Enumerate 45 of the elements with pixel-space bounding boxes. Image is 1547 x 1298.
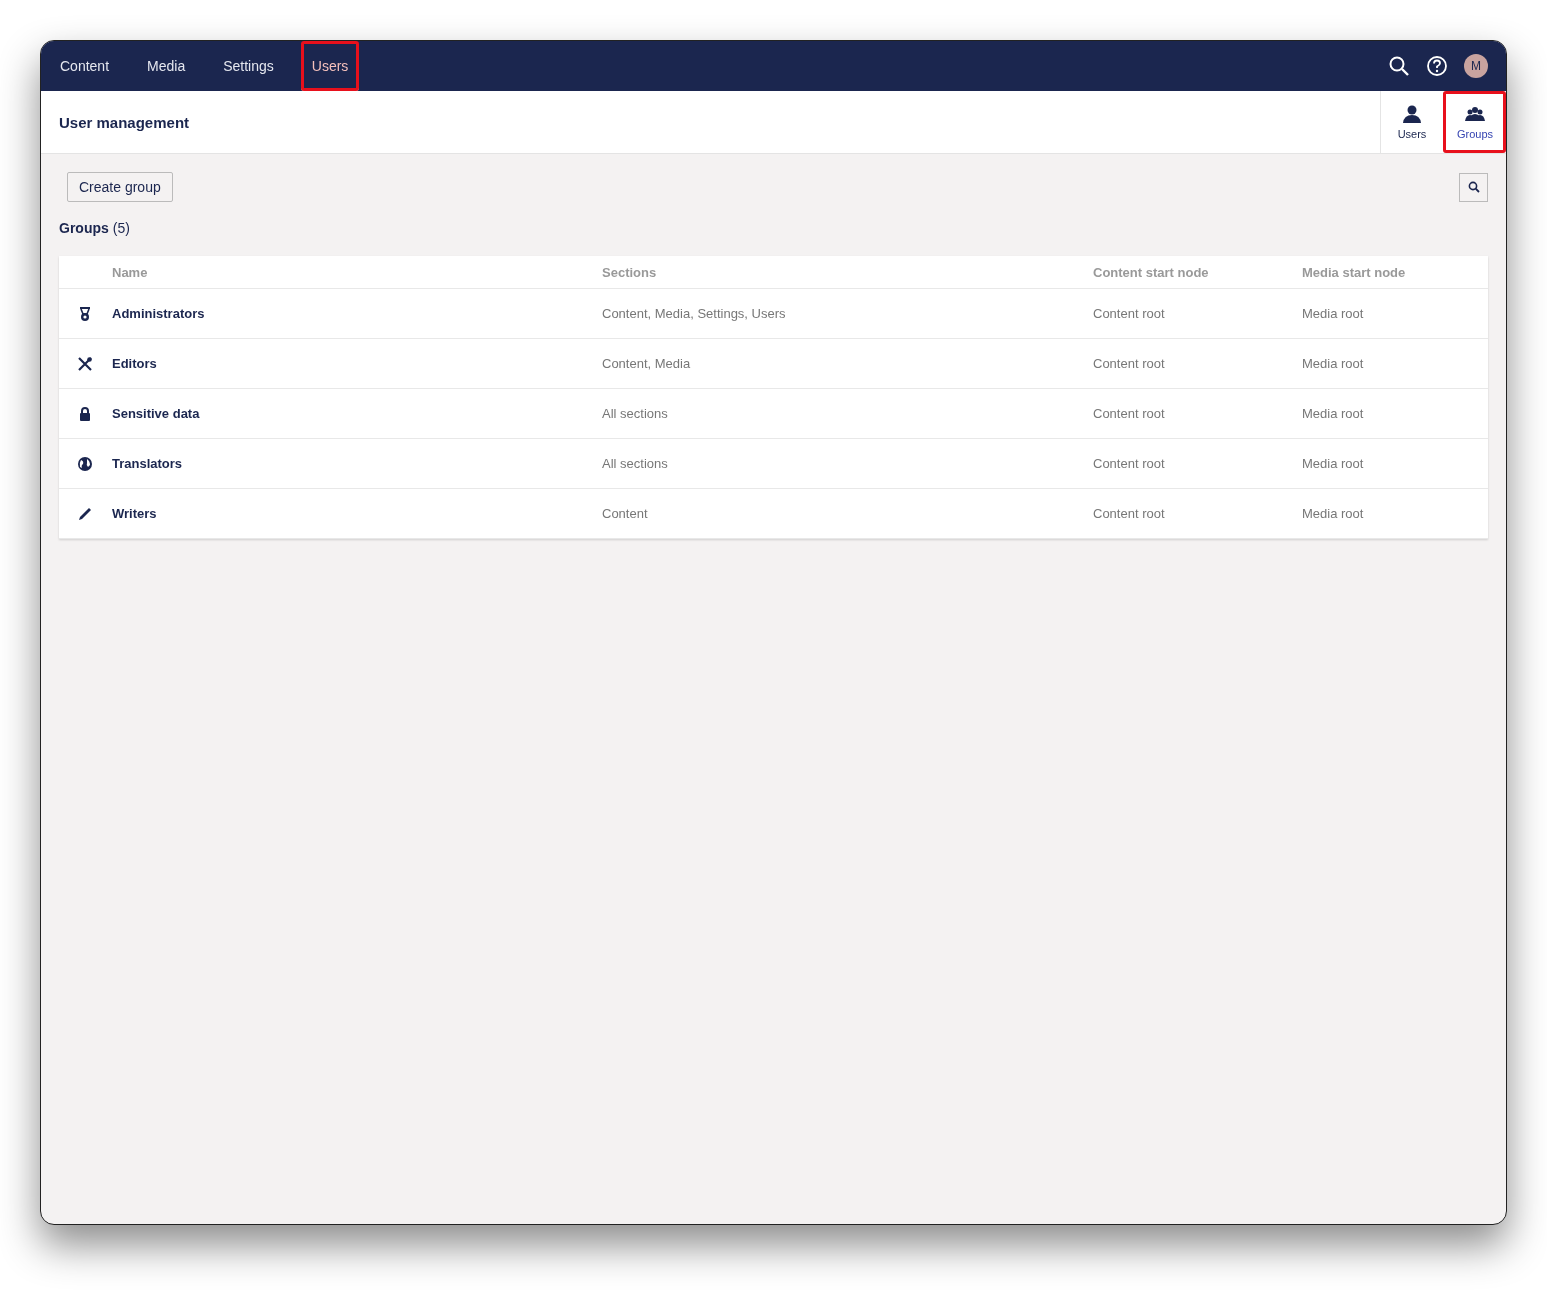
groups-heading: Groups [59, 220, 109, 236]
globe-icon [77, 455, 93, 472]
table-cell: Content root [1092, 288, 1301, 339]
table-cell: Content, Media [601, 338, 1092, 389]
table-cell: Content root [1092, 388, 1301, 439]
users-group-icon [1465, 104, 1485, 124]
help-icon[interactable] [1426, 55, 1448, 77]
groups-count: (5) [112, 220, 130, 236]
table-cell: All sections [601, 438, 1092, 489]
group-name[interactable]: Editors [111, 338, 601, 389]
table-cell: All sections [601, 388, 1092, 439]
section-tab[interactable]: Settings [212, 41, 285, 91]
page-title: User management [59, 113, 191, 131]
medal-icon [77, 305, 93, 322]
table-cell: Media root [1301, 288, 1488, 339]
user-avatar[interactable]: M [1464, 54, 1488, 78]
tools-icon [77, 355, 93, 372]
column-header: Sections [601, 256, 1092, 289]
group-name[interactable]: Administrators [111, 288, 601, 339]
user-icon [1402, 104, 1422, 124]
search-icon[interactable] [1388, 55, 1410, 77]
group-name[interactable]: Sensitive data [111, 388, 601, 439]
view-tab[interactable]: Groups [1443, 91, 1506, 153]
table-cell: Media root [1301, 338, 1488, 389]
table-cell: Content [601, 488, 1092, 539]
table-cell: Media root [1301, 488, 1488, 539]
column-header: Name [111, 256, 601, 289]
search-button[interactable] [1459, 172, 1488, 202]
column-header: Media start node [1301, 256, 1488, 289]
table-cell: Media root [1301, 438, 1488, 489]
create-group-button[interactable]: Create group [67, 172, 173, 202]
section-tab[interactable]: Media [136, 41, 197, 91]
table-cell: Media root [1301, 388, 1488, 439]
group-name[interactable]: Writers [111, 488, 601, 539]
section-tab[interactable]: Users [300, 41, 360, 91]
table-cell: Content root [1092, 488, 1301, 539]
table-cell: Content root [1092, 438, 1301, 489]
pencil-icon [77, 505, 93, 522]
table-cell: Content, Media, Settings, Users [601, 288, 1092, 339]
lock-icon [77, 405, 93, 422]
search-icon [1467, 181, 1480, 193]
group-name[interactable]: Translators [111, 438, 601, 489]
column-header: Content start node [1092, 256, 1301, 289]
section-tab[interactable]: Content [49, 41, 121, 91]
table-cell: Content root [1092, 338, 1301, 389]
